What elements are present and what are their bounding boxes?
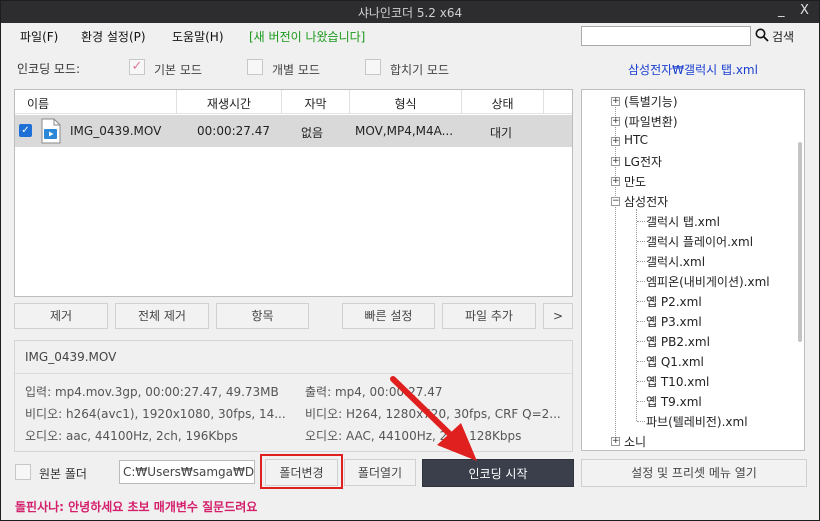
- row-checkbox[interactable]: ✓: [19, 124, 32, 137]
- tree-item-preset[interactable]: 옙 Q1.xml: [646, 353, 704, 370]
- collapse-icon[interactable]: −: [611, 197, 620, 206]
- tree-item-htc[interactable]: HTC: [624, 133, 648, 147]
- output-path-field[interactable]: C:₩Users₩samga₩De: [119, 460, 255, 484]
- tree-scrollbar[interactable]: [796, 92, 804, 448]
- tree-branch: [637, 401, 645, 402]
- expand-icon[interactable]: +: [611, 97, 620, 106]
- basic-mode-checkbox[interactable]: ✓: [129, 59, 145, 75]
- items-button[interactable]: 항목: [216, 303, 309, 329]
- individual-mode-label: 개별 모드: [272, 63, 320, 77]
- column-duration[interactable]: 재생시간: [177, 90, 282, 114]
- tree-branch: [637, 241, 645, 242]
- remove-button[interactable]: 제거: [14, 303, 108, 329]
- column-status[interactable]: 상태: [462, 90, 544, 114]
- current-preset-name[interactable]: 삼성전자₩갤럭시 탭.xml: [581, 61, 805, 78]
- tree-branch: [637, 361, 645, 362]
- search-input[interactable]: [581, 26, 751, 46]
- tree-item-preset[interactable]: 옙 T10.xml: [646, 373, 709, 390]
- app-window: 샤나인코더 5.2 x64 _ X 파일(F) 환경 설정(P) 도움말(H) …: [0, 0, 820, 521]
- tree-item-preset[interactable]: 갤럭시.xml: [646, 253, 705, 270]
- tree-item-sony[interactable]: 소니: [624, 433, 646, 450]
- merge-mode-label: 합치기 모드: [390, 63, 450, 77]
- info-filename: IMG_0439.MOV: [25, 350, 117, 364]
- window-title: 샤나인코더 5.2 x64: [357, 6, 463, 20]
- basic-mode-label: 기본 모드: [154, 63, 202, 77]
- row-status: 대기: [490, 126, 513, 140]
- highlight-box: [260, 454, 343, 489]
- source-folder-checkbox[interactable]: [15, 464, 31, 480]
- new-version-link[interactable]: [새 버전이 나왔습니다]: [249, 28, 365, 45]
- search-button-label[interactable]: 검색: [772, 28, 794, 45]
- add-file-button[interactable]: 파일 추가: [442, 303, 536, 329]
- tree-item-preset[interactable]: 갤럭시 플레이어.xml: [646, 233, 753, 250]
- row-name: IMG_0439.MOV: [70, 124, 162, 138]
- expand-icon[interactable]: +: [611, 437, 620, 446]
- info-input: 입력: mp4.mov.3gp, 00:00:27.47, 49.73MB: [25, 385, 279, 399]
- annotation-arrow-icon: [390, 376, 477, 461]
- tree-item-preset[interactable]: 옙 P3.xml: [646, 313, 702, 330]
- source-folder-label: 원본 폴더: [39, 467, 87, 481]
- tree-branch: [637, 321, 645, 322]
- column-subtitle[interactable]: 자막: [282, 90, 350, 114]
- column-format[interactable]: 형식: [350, 90, 462, 114]
- info-audio-input: 오디오: aac, 44100Hz, 2ch, 196Kbps: [25, 429, 238, 443]
- encoding-mode-label: 인코딩 모드:: [17, 62, 81, 76]
- expand-icon[interactable]: +: [611, 137, 620, 146]
- video-file-icon: [41, 118, 61, 144]
- tree-item-preset[interactable]: 옙 P2.xml: [646, 293, 702, 310]
- minimize-button[interactable]: _: [778, 3, 785, 18]
- tree-branch: [637, 341, 645, 342]
- expand-icon[interactable]: +: [611, 157, 620, 166]
- close-button[interactable]: X: [800, 3, 809, 18]
- more-button[interactable]: >: [543, 303, 573, 329]
- tree-branch: [637, 421, 645, 422]
- info-video-input: 비디오: h264(avc1), 1920x1080, 30fps, 14...: [25, 407, 286, 421]
- title-bar: 샤나인코더 5.2 x64 _ X: [1, 1, 819, 23]
- preset-menu-button[interactable]: 설정 및 프리셋 메뉴 열기: [581, 459, 807, 487]
- tree-branch: [637, 281, 645, 282]
- row-subtitle: 없음: [301, 126, 324, 140]
- column-name[interactable]: 이름: [15, 90, 177, 114]
- row-format: MOV,MP4,M4A...: [355, 124, 454, 138]
- individual-mode-checkbox[interactable]: [247, 59, 263, 75]
- tree-item-preset[interactable]: 갤럭시 탭.xml: [646, 213, 720, 230]
- tree-item-mando[interactable]: 만도: [624, 173, 646, 190]
- tree-branch: [637, 301, 645, 302]
- tree-item-preset[interactable]: 엠피온(내비게이션).xml: [646, 273, 770, 290]
- merge-mode-checkbox[interactable]: [365, 59, 381, 75]
- remove-all-button[interactable]: 전체 제거: [115, 303, 209, 329]
- tree-item-special[interactable]: (특별기능): [624, 93, 678, 110]
- tree-item-preset[interactable]: 파브(텔레비전).xml: [646, 413, 748, 430]
- search-icon[interactable]: [755, 28, 769, 42]
- quick-settings-button[interactable]: 빠른 설정: [342, 303, 435, 329]
- file-list-header: 이름 재생시간 자막 형식 상태: [15, 90, 572, 114]
- menu-file[interactable]: 파일(F): [20, 28, 58, 45]
- file-list: 이름 재생시간 자막 형식 상태 ✓ IMG_0439.MOV 00:00:27…: [14, 89, 573, 297]
- tree-item-convert[interactable]: (파일변환): [624, 113, 678, 130]
- tree-branch: [637, 381, 645, 382]
- tree-branch: [637, 261, 645, 262]
- tree-guide-line: [615, 98, 616, 444]
- tree-item-samsung[interactable]: 삼성전자: [624, 193, 668, 210]
- preset-tree: + (특별기능) + (파일변환) + HTC + LG전자 + 만도 − 삼성…: [581, 89, 805, 451]
- menu-help[interactable]: 도움말(H): [172, 28, 224, 45]
- table-row[interactable]: ✓ IMG_0439.MOV 00:00:27.47 없음 MOV,MP4,M4…: [15, 115, 572, 147]
- tree-item-lg[interactable]: LG전자: [624, 153, 662, 170]
- tree-item-preset[interactable]: 옙 PB2.xml: [646, 333, 710, 350]
- tree-branch: [637, 221, 645, 222]
- row-duration: 00:00:27.47: [197, 124, 270, 138]
- tree-item-preset[interactable]: 옙 T9.xml: [646, 393, 702, 410]
- expand-icon[interactable]: +: [611, 177, 620, 186]
- expand-icon[interactable]: +: [611, 117, 620, 126]
- status-message: 돌핀사나: 안녕하세요 초보 매개변수 질문드려요: [15, 500, 258, 514]
- scroll-thumb[interactable]: [798, 142, 802, 342]
- check-icon: ✓: [131, 59, 143, 74]
- menu-settings[interactable]: 환경 설정(P): [81, 28, 146, 45]
